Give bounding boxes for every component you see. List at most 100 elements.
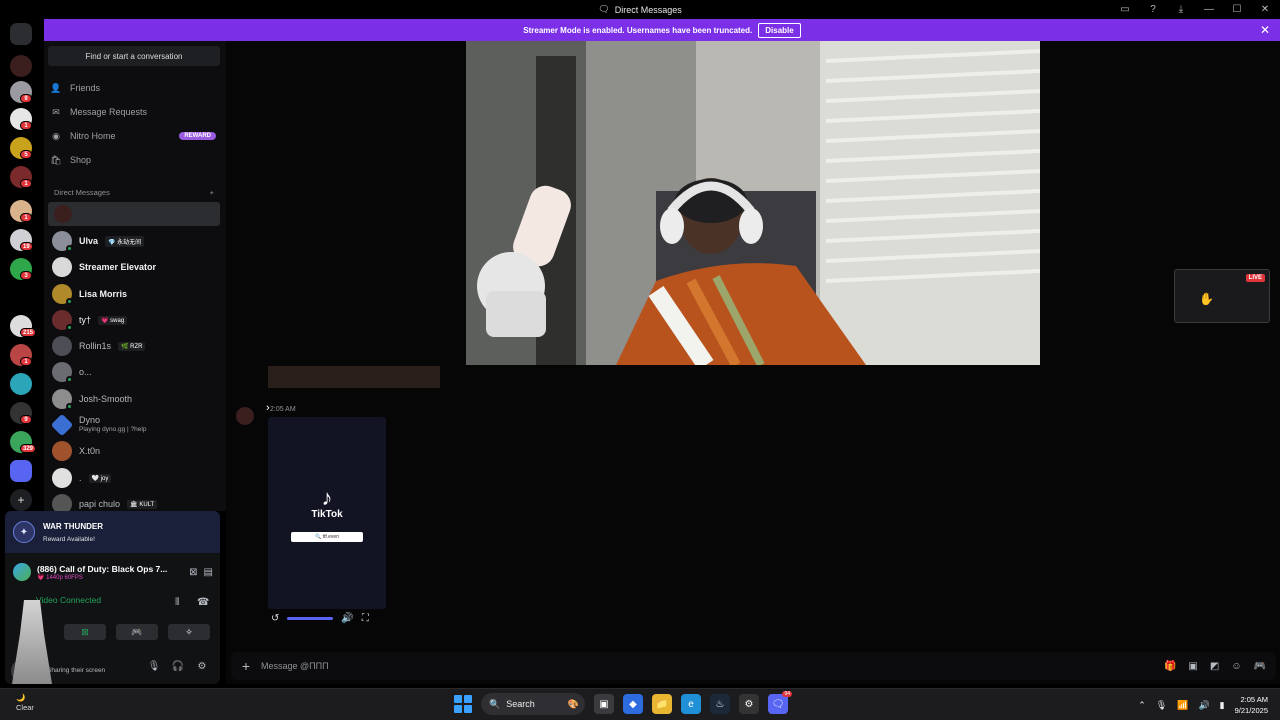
headphones-icon[interactable]: 🎧 xyxy=(171,659,185,673)
notification-badge: 329 xyxy=(20,444,37,453)
disconnect-icon[interactable]: ☎ xyxy=(197,597,209,608)
create-dm-icon[interactable]: + xyxy=(210,188,214,197)
notification-badge: 5 xyxy=(20,150,32,159)
tiktok-logo-icon: ♪ xyxy=(321,485,333,510)
steam-icon[interactable]: ♨ xyxy=(710,694,730,714)
activity-button[interactable]: 🎮 xyxy=(116,624,158,640)
stop-stream-icon[interactable]: ⊠ xyxy=(189,567,197,578)
chevron-up-icon[interactable]: ⌃ xyxy=(1138,700,1146,711)
search-icon: 🔍 xyxy=(489,698,501,709)
taskbar: 🌙 Clear 🔍 Search 🎨 ▣ ◆ 📁 e ♨ ⚙ 🗨 94 ⌃ 🎙 … xyxy=(0,688,1280,720)
avatar xyxy=(52,257,72,277)
dm-item[interactable]: Lisa Morris xyxy=(52,282,222,306)
microphone-tray-icon[interactable]: 🎙 xyxy=(1156,700,1167,711)
home-dm-icon[interactable] xyxy=(10,23,32,45)
add-attachment-icon[interactable]: + xyxy=(231,658,261,674)
reward-card[interactable]: ✦ WAR THUNDER Reward Available! xyxy=(5,511,220,553)
weather-widget[interactable]: 🌙 Clear xyxy=(16,693,34,713)
replay-icon[interactable]: ↺ xyxy=(271,613,279,624)
stream-settings-icon[interactable]: ▤ xyxy=(204,567,213,578)
activity-card: (886) Call of Duty: Black Ops 7... 💗 144… xyxy=(13,561,213,583)
copilot-icon[interactable]: ◆ xyxy=(623,694,643,714)
nav-message-requests[interactable]: ✉ Message Requests xyxy=(50,102,220,122)
minimize-button[interactable]: — xyxy=(1202,2,1216,16)
dm-item[interactable]: . 🤍 joy xyxy=(52,466,222,490)
find-conversation-button[interactable]: Find or start a conversation xyxy=(48,46,220,66)
close-button[interactable]: ✕ xyxy=(1258,2,1272,16)
reward-badge: REWARD xyxy=(179,132,216,140)
dm-item[interactable]: X.t0n xyxy=(52,439,222,463)
sticker-icon[interactable]: ◩ xyxy=(1210,661,1219,672)
gif-icon[interactable]: ▣ xyxy=(1188,661,1197,672)
task-view-icon[interactable]: ▣ xyxy=(594,694,614,714)
dm-item[interactable]: o... xyxy=(52,360,222,384)
dm-item[interactable]: ty† 💗 swag xyxy=(52,308,222,332)
message-input[interactable]: Message @ΠΠΠ xyxy=(261,661,329,671)
apps-icon[interactable]: 🎮 xyxy=(1254,661,1266,672)
dm-item[interactable]: Rollin1s 🌿 RZR xyxy=(52,334,222,358)
notification-badge: 1 xyxy=(20,357,32,366)
game-icon xyxy=(13,563,31,581)
maximize-button[interactable]: ☐ xyxy=(1230,2,1244,16)
fullscreen-icon[interactable]: ⛶ xyxy=(362,613,369,624)
add-server-icon[interactable]: + xyxy=(10,489,32,511)
server-icon[interactable] xyxy=(10,373,32,395)
stream-video[interactable] xyxy=(466,41,1040,365)
noise-suppression-icon[interactable]: ⦀ xyxy=(175,597,179,608)
dm-item[interactable]: Ulva 💎 永劫无间 xyxy=(52,229,222,253)
clock[interactable]: 2:05 AM 9/21/2025 xyxy=(1235,694,1268,716)
shop-icon: 🛍 xyxy=(50,154,62,165)
avatar xyxy=(52,310,73,331)
server-icon[interactable] xyxy=(10,55,32,77)
nav-nitro-home[interactable]: ◉ Nitro Home REWARD xyxy=(50,126,220,146)
avatar xyxy=(50,413,74,437)
inbox-icon[interactable]: ▭ xyxy=(1118,2,1132,16)
discord-taskbar-icon[interactable]: 🗨 94 xyxy=(768,691,792,714)
disable-button[interactable]: Disable xyxy=(758,22,801,38)
start-button[interactable] xyxy=(454,695,472,713)
volume-slider[interactable] xyxy=(287,616,334,620)
server-icon[interactable] xyxy=(10,460,32,482)
avatar xyxy=(54,205,72,223)
edge-icon[interactable]: e xyxy=(681,694,701,714)
war-thunder-logo-icon: ✦ xyxy=(13,521,35,543)
message-timestamp: 2:05 AM xyxy=(270,406,296,413)
tiktok-embed[interactable]: ♪ TikTok 🔍 ttf.even xyxy=(268,417,386,609)
notification-badge: 9 xyxy=(20,415,32,424)
live-badge: LIVE xyxy=(1245,274,1265,282)
dm-item-active[interactable] xyxy=(48,202,220,226)
moon-icon: 🌙 xyxy=(16,693,26,702)
settings-gear-icon[interactable]: ⚙ xyxy=(195,659,209,673)
nav-shop[interactable]: 🛍 Shop xyxy=(50,150,220,170)
soundboard-button[interactable]: ✧ xyxy=(168,624,210,640)
emoji-icon[interactable]: ☺ xyxy=(1231,661,1241,672)
window-title: 🗨 Direct Messages xyxy=(598,4,682,15)
notification-badge: 1 xyxy=(20,121,32,130)
video-button[interactable]: ⊠ xyxy=(64,624,106,640)
microphone-icon[interactable]: 🎙 xyxy=(147,659,161,673)
message-composer[interactable]: + Message @ΠΠΠ 🎁 ▣ ◩ ☺ 🎮 xyxy=(231,652,1276,680)
dm-item[interactable]: Josh-Smooth xyxy=(52,387,222,411)
search-highlight-icon: 🎨 xyxy=(567,698,579,709)
battery-icon[interactable]: ▮ xyxy=(1220,700,1225,711)
file-explorer-icon[interactable]: 📁 xyxy=(652,694,672,714)
speaker-icon[interactable]: 🔊 xyxy=(1198,700,1209,711)
download-icon[interactable]: ⤓ xyxy=(1174,2,1188,16)
hand-cursor-icon: ✋ xyxy=(1199,292,1214,306)
avatar xyxy=(52,336,72,356)
wifi-icon[interactable]: 📶 xyxy=(1177,700,1188,711)
volume-icon[interactable]: 🔊 xyxy=(341,613,353,624)
previous-attachment-image[interactable] xyxy=(268,366,440,388)
avatar xyxy=(52,468,72,488)
help-icon[interactable]: ? xyxy=(1146,2,1160,16)
nav-friends[interactable]: 👤 Friends xyxy=(50,78,220,98)
dm-item[interactable]: Streamer Elevator xyxy=(52,255,222,279)
taskbar-search[interactable]: 🔍 Search 🎨 xyxy=(481,693,585,715)
settings-icon[interactable]: ⚙ xyxy=(739,694,759,714)
picture-in-picture-stream[interactable]: LIVE ✋ xyxy=(1174,269,1270,323)
close-banner-icon[interactable]: ✕ xyxy=(1260,23,1270,37)
dm-item[interactable]: Dyno Playing dyno.gg | ?help xyxy=(50,413,222,437)
gift-icon[interactable]: 🎁 xyxy=(1164,661,1176,672)
notification-badge: 19 xyxy=(20,242,33,251)
avatar[interactable] xyxy=(236,407,254,425)
